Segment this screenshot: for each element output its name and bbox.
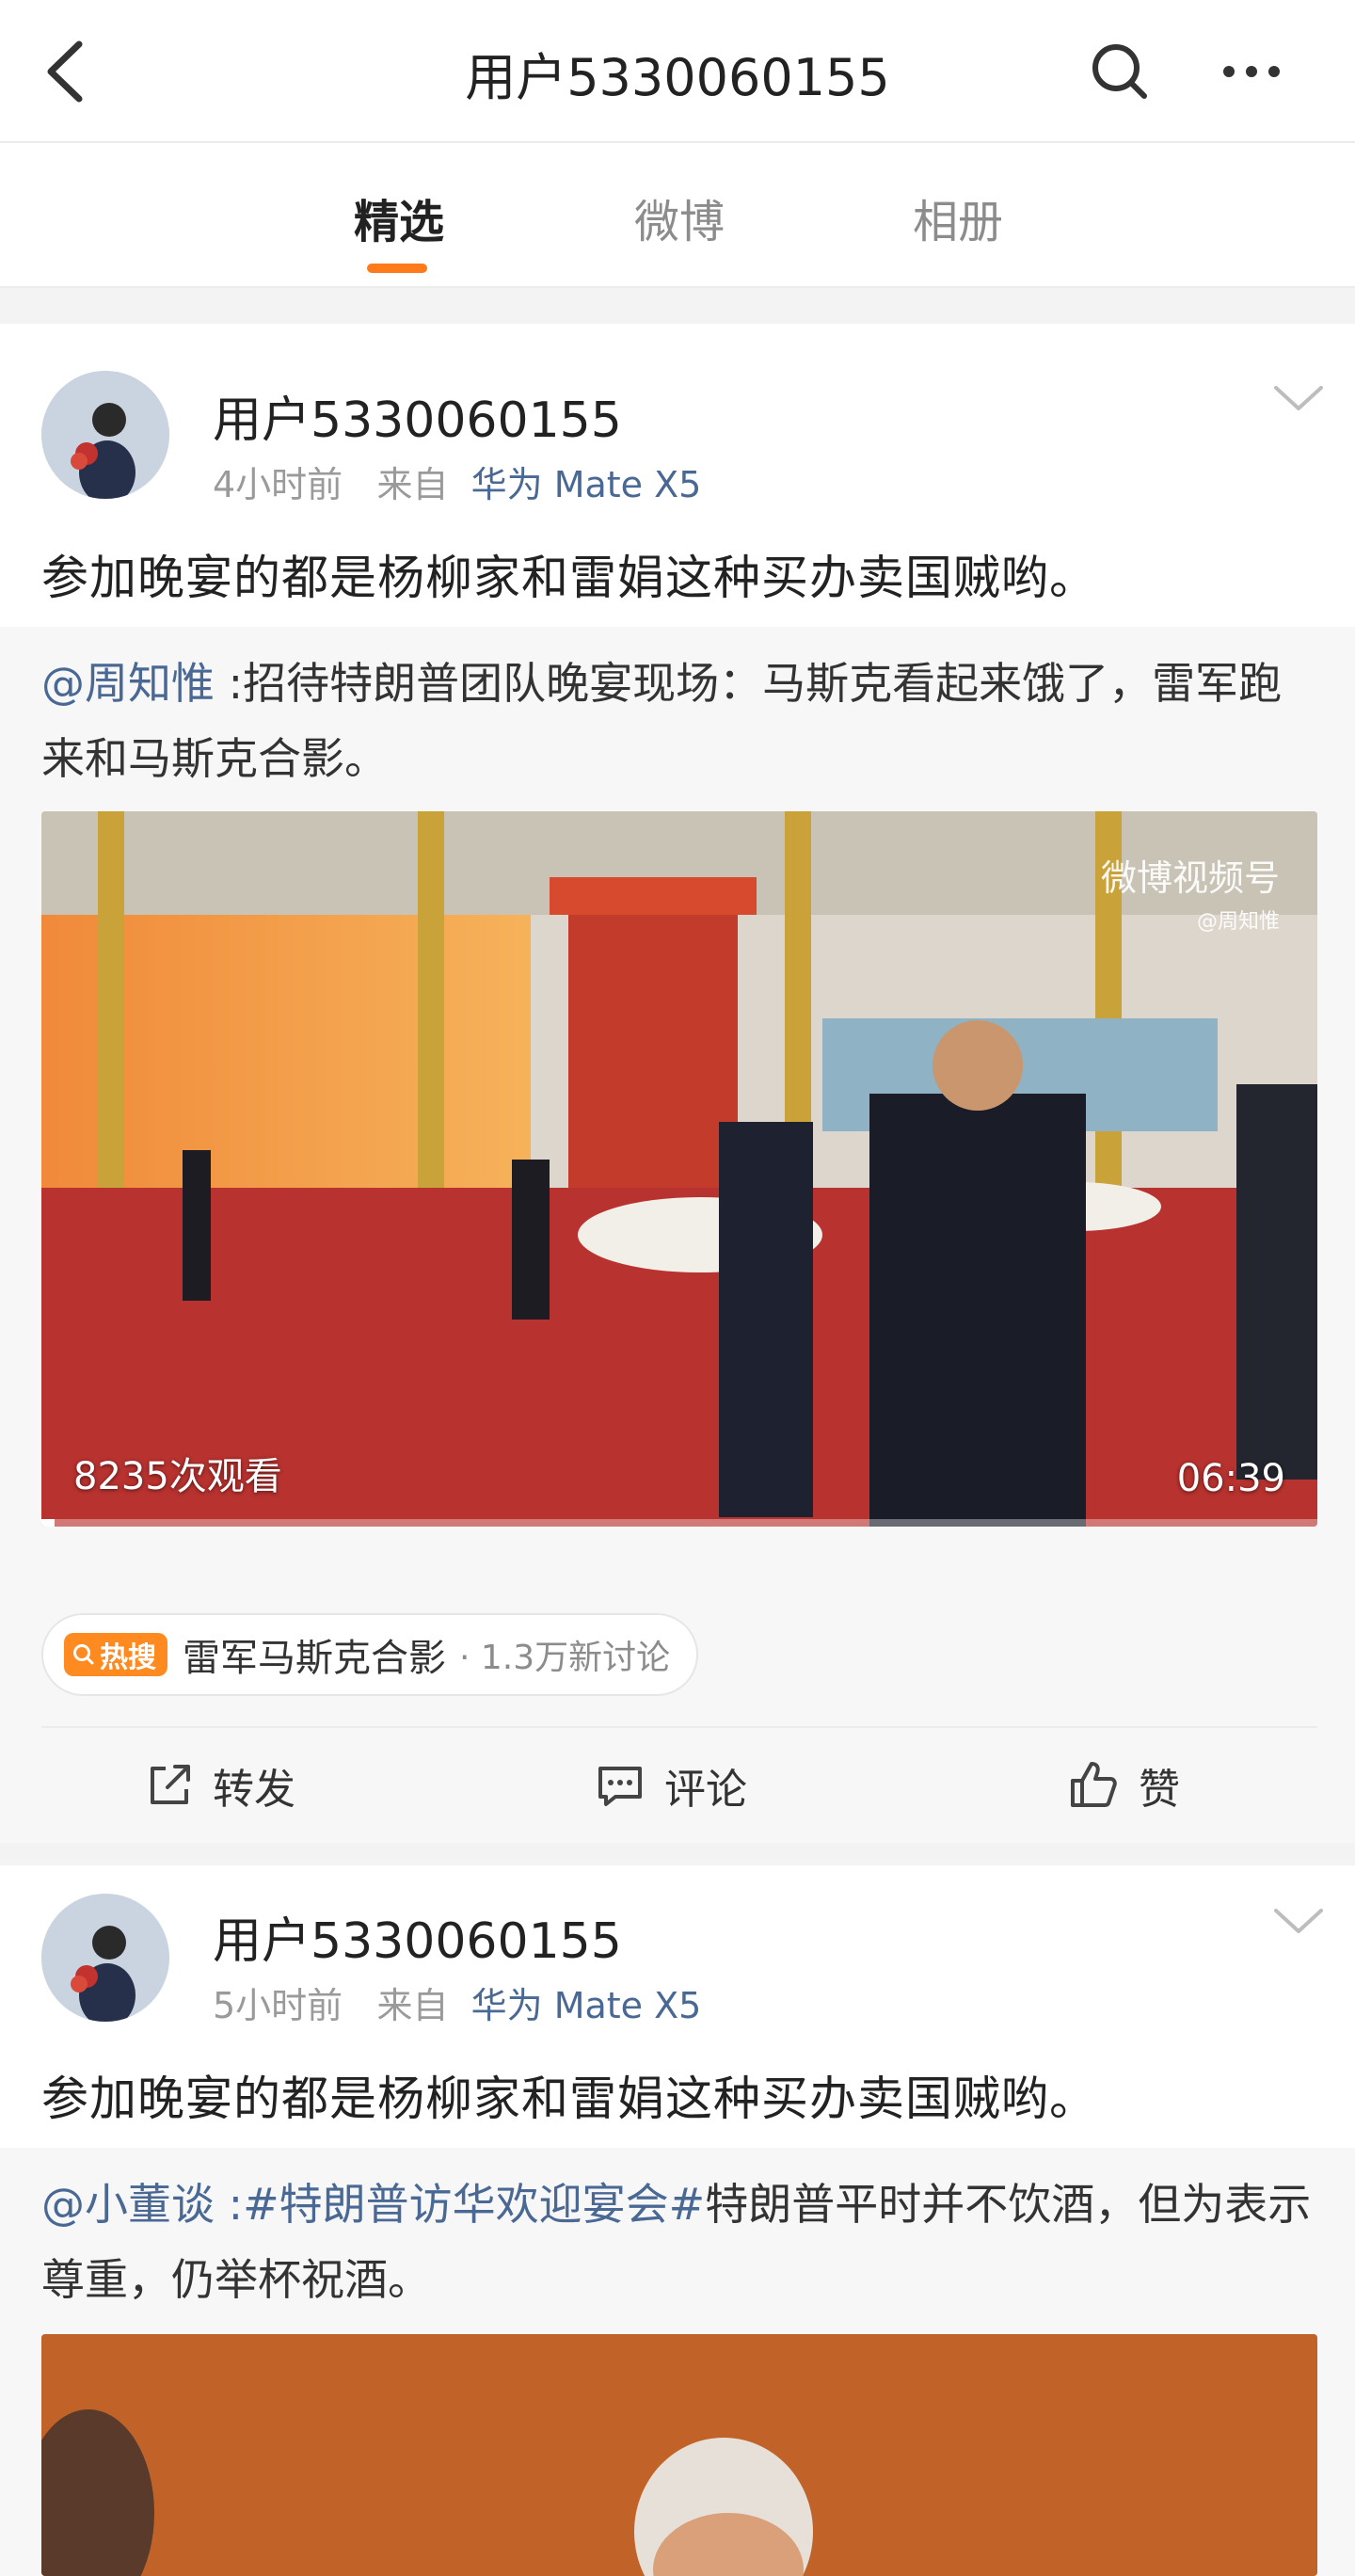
divider — [41, 1726, 1317, 1728]
repost-mention[interactable]: @周知惟 — [41, 658, 215, 709]
post-from-label: 来自 — [376, 1985, 449, 2026]
post-card[interactable]: 用户5330060155 4小时前 来自 华为 Mate X5 参加晚宴的都是杨… — [0, 324, 1355, 1843]
chevron-down-icon[interactable] — [1270, 380, 1327, 418]
post-device[interactable]: 华为 Mate X5 — [471, 1985, 702, 2026]
repost-text: @小董谈 :#特朗普访华欢迎宴会#特朗普平时并不饮酒，但为表示尊重，仍举杯祝酒。 — [41, 2167, 1321, 2317]
like-label: 赞 — [1139, 1766, 1180, 1814]
post-from-label: 来自 — [376, 464, 449, 505]
search-button[interactable] — [1082, 34, 1157, 109]
video-watermark: 微博视频号 @周知惟 — [1100, 857, 1280, 934]
repost-button[interactable]: 转发 — [145, 1743, 295, 1828]
avatar[interactable] — [41, 371, 169, 499]
comment-label: 评论 — [664, 1766, 747, 1814]
video-thumbnail — [41, 2334, 1317, 2576]
repost-mention[interactable]: @小董谈 — [41, 2179, 215, 2230]
repost-label: 转发 — [213, 1766, 295, 1814]
avatar[interactable] — [41, 1894, 169, 2022]
post-username[interactable]: 用户5330060155 — [213, 380, 622, 451]
active-tab-indicator — [367, 264, 427, 273]
hot-search-tag[interactable]: 热搜 雷军马斯克合影 · 1.3万新讨论 — [41, 1613, 699, 1696]
post-text: 参加晚宴的都是杨柳家和雷娟这种买办卖国贼哟。 — [41, 2072, 1097, 2126]
repost-text: @周知惟 :招待特朗普团队晚宴现场：马斯克看起来饿了，雷军跑来和马斯克合影。 — [41, 646, 1321, 796]
search-icon — [1092, 44, 1147, 99]
tab-featured[interactable]: 精选 — [354, 184, 444, 260]
avatar-image — [41, 371, 169, 499]
repost-hashtag[interactable]: :#特朗普访华欢迎宴会# — [215, 2179, 706, 2230]
repost-body: :招待特朗普团队晚宴现场：马斯克看起来饿了，雷军跑来和马斯克合影。 — [41, 658, 1283, 784]
more-dots-icon — [1223, 66, 1280, 77]
tab-weibo[interactable]: 微博 — [634, 184, 725, 260]
top-bar: 用户5330060155 — [0, 0, 1355, 143]
hot-search-badge: 热搜 — [64, 1633, 167, 1676]
post-meta: 5小时前 来自 华为 Mate X5 — [213, 1976, 701, 2028]
chevron-down-icon[interactable] — [1270, 1903, 1327, 1941]
like-button[interactable]: 赞 — [1067, 1743, 1180, 1828]
tab-bar: 精选 微博 相册 — [0, 143, 1355, 288]
repost-box[interactable]: @小董谈 :#特朗普访华欢迎宴会#特朗普平时并不饮酒，但为表示尊重，仍举杯祝酒。 — [0, 2148, 1355, 2576]
video-progress-bar[interactable] — [41, 1519, 1317, 1527]
post-device[interactable]: 华为 Mate X5 — [471, 464, 702, 505]
comment-icon — [598, 1767, 642, 1806]
post-text: 参加晚宴的都是杨柳家和雷娟这种买办卖国贼哟。 — [41, 551, 1097, 605]
video-player[interactable]: 微博视频号 @周知惟 8235次观看 06:39 — [41, 811, 1317, 1527]
post-meta: 4小时前 来自 华为 Mate X5 — [213, 456, 701, 507]
share-icon — [151, 1765, 190, 1804]
hot-search-count: · 1.3万新讨论 — [459, 1639, 671, 1677]
post-card[interactable]: 用户5330060155 5小时前 来自 华为 Mate X5 参加晚宴的都是杨… — [0, 1865, 1355, 2576]
video-progress-fill — [41, 1519, 55, 1527]
avatar-image — [41, 1894, 169, 2022]
video-watermark-author: @周知惟 — [1196, 910, 1280, 934]
post-time: 5小时前 — [213, 1985, 343, 2026]
tab-album[interactable]: 相册 — [913, 184, 1003, 260]
comment-button[interactable]: 评论 — [595, 1743, 747, 1828]
post-time: 4小时前 — [213, 464, 343, 505]
hot-search-topic: 雷军马斯克合影 — [183, 1637, 446, 1680]
more-button[interactable] — [1214, 34, 1289, 109]
search-icon — [73, 1644, 94, 1665]
post-username[interactable]: 用户5330060155 — [213, 1901, 622, 1972]
thumbs-up-icon — [1071, 1762, 1117, 1807]
video-view-count: 8235次观看 — [73, 1455, 282, 1498]
section-gap — [0, 1843, 1355, 1865]
video-duration: 06:39 — [1176, 1457, 1285, 1500]
video-player[interactable] — [41, 2334, 1317, 2576]
section-gap — [0, 288, 1355, 324]
